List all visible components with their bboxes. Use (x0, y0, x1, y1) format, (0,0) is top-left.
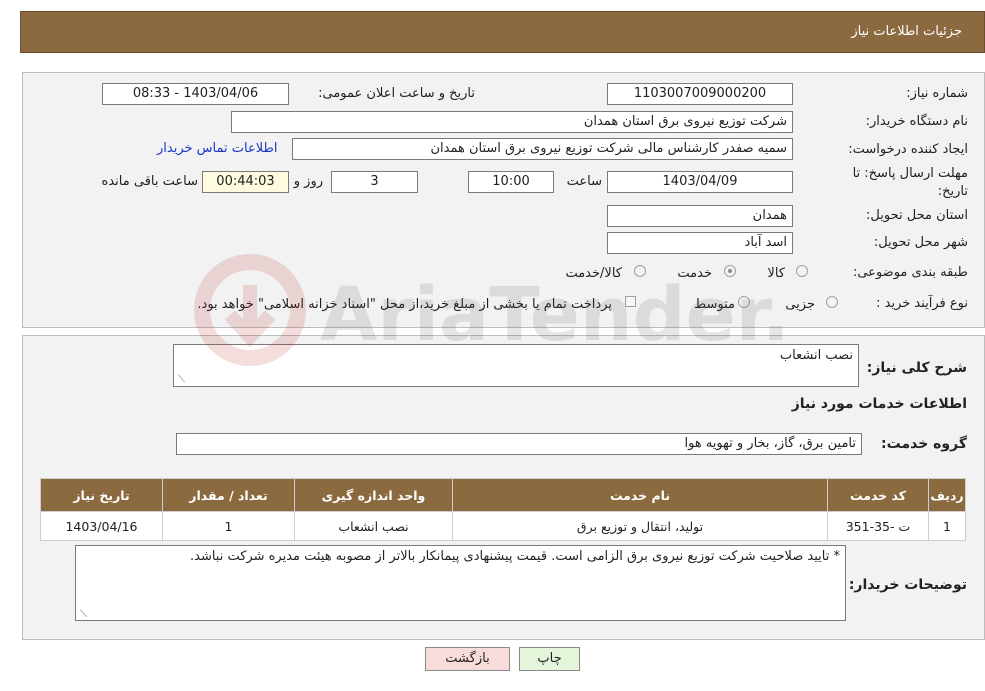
purchase-small-radio[interactable] (826, 296, 838, 308)
buyer-notes-label: توضیحات خریدار: (848, 577, 967, 593)
cell-unit: نصب انشعاب (294, 511, 453, 541)
remaining-label: ساعت باقی مانده (101, 174, 198, 189)
col-qty-header: تعداد / مقدار (162, 478, 295, 512)
category-goods-service-label: کالا/خدمت (565, 266, 622, 281)
city-label: شهر محل تحویل: (873, 235, 968, 250)
category-service-label: خدمت (677, 266, 712, 281)
category-goods-label: کالا (767, 266, 785, 281)
col-row-header: ردیف (928, 478, 966, 512)
announce-field: 1403/04/06 - 08:33 (102, 83, 289, 105)
cell-code: ت -35-351 (827, 511, 929, 541)
resize-grip-icon[interactable]: ⟋ (176, 375, 185, 385)
table-header-row: ردیف کد خدمت نام خدمت واحد اندازه گیری ت… (40, 478, 966, 512)
purchase-medium-radio[interactable] (738, 296, 750, 308)
purchase-medium-label: متوسط (694, 297, 735, 312)
days-label: روز و (293, 174, 323, 189)
province-label: استان محل تحویل: (866, 208, 968, 223)
deadline-time-field: 10:00 (468, 171, 554, 193)
remaining-time-field: 00:44:03 (202, 171, 289, 193)
buyer-org-label: نام دستگاه خریدار: (865, 114, 968, 129)
col-date-header: تاریخ نیاز (40, 478, 163, 512)
col-unit-header: واحد اندازه گیری (294, 478, 453, 512)
table-row: 1 ت -35-351 تولید، انتقال و توزیع برق نص… (40, 511, 966, 541)
purchase-type-label: نوع فرآیند خرید : (876, 296, 968, 311)
creator-label: ایجاد کننده درخواست: (848, 142, 968, 157)
cell-qty: 1 (162, 511, 295, 541)
general-desc-field[interactable]: نصب انشعاب (173, 344, 859, 387)
deadline-label-date: تاریخ: (937, 184, 968, 199)
service-group-field: تامین برق، گاز، بخار و تهویه هوا (176, 433, 862, 455)
cell-row: 1 (928, 511, 966, 541)
category-goods-service-radio[interactable] (634, 265, 646, 277)
need-number-field: 1103007009000200 (607, 83, 793, 105)
need-number-label: شماره نیاز: (906, 86, 968, 101)
page-title: جزئیات اطلاعات نیاز (851, 24, 962, 39)
buyer-notes-text: * تایید صلاحیت شرکت توزیع نیروی برق الزا… (189, 549, 840, 564)
category-goods-radio[interactable] (796, 265, 808, 277)
deadline-time-label: ساعت (566, 174, 602, 189)
services-table: ردیف کد خدمت نام خدمت واحد اندازه گیری ت… (40, 478, 966, 541)
back-button[interactable]: بازگشت (425, 647, 510, 671)
province-field: همدان (607, 205, 793, 227)
city-field: اسد آباد (607, 232, 793, 254)
resize-grip-icon[interactable]: ⟋ (78, 610, 87, 620)
announce-label: تاریخ و ساعت اعلان عمومی: (318, 86, 475, 101)
buyer-org-field: شرکت توزیع نیروی برق استان همدان (231, 111, 793, 133)
service-group-label: گروه خدمت: (881, 436, 967, 452)
cell-date: 1403/04/16 (40, 511, 163, 541)
general-desc-label: شرح کلی نیاز: (866, 360, 967, 376)
category-service-radio[interactable] (724, 265, 736, 277)
treasury-payment-checkbox[interactable] (625, 296, 636, 307)
page-header: جزئیات اطلاعات نیاز (20, 11, 985, 53)
creator-field: سمیه صفدر کارشناس مالی شرکت توزیع نیروی … (292, 138, 793, 160)
treasury-payment-note: پرداخت تمام یا بخشی از مبلغ خرید،از محل … (197, 297, 612, 312)
services-title: اطلاعات خدمات مورد نیاز (791, 396, 967, 412)
col-name-header: نام خدمت (452, 478, 828, 512)
print-button[interactable]: چاپ (519, 647, 580, 671)
deadline-label: مهلت ارسال پاسخ: تا (852, 166, 968, 181)
deadline-date-field: 1403/04/09 (607, 171, 793, 193)
general-desc-text: نصب انشعاب (779, 348, 853, 363)
cell-name: تولید، انتقال و توزیع برق (452, 511, 828, 541)
col-code-header: کد خدمت (827, 478, 929, 512)
days-field: 3 (331, 171, 418, 193)
purchase-small-label: جزیی (785, 297, 815, 312)
category-label: طبقه بندی موضوعی: (852, 265, 968, 280)
buyer-notes-field[interactable]: * تایید صلاحیت شرکت توزیع نیروی برق الزا… (75, 545, 846, 621)
buyer-contact-link[interactable]: اطلاعات تماس خریدار (157, 141, 277, 156)
